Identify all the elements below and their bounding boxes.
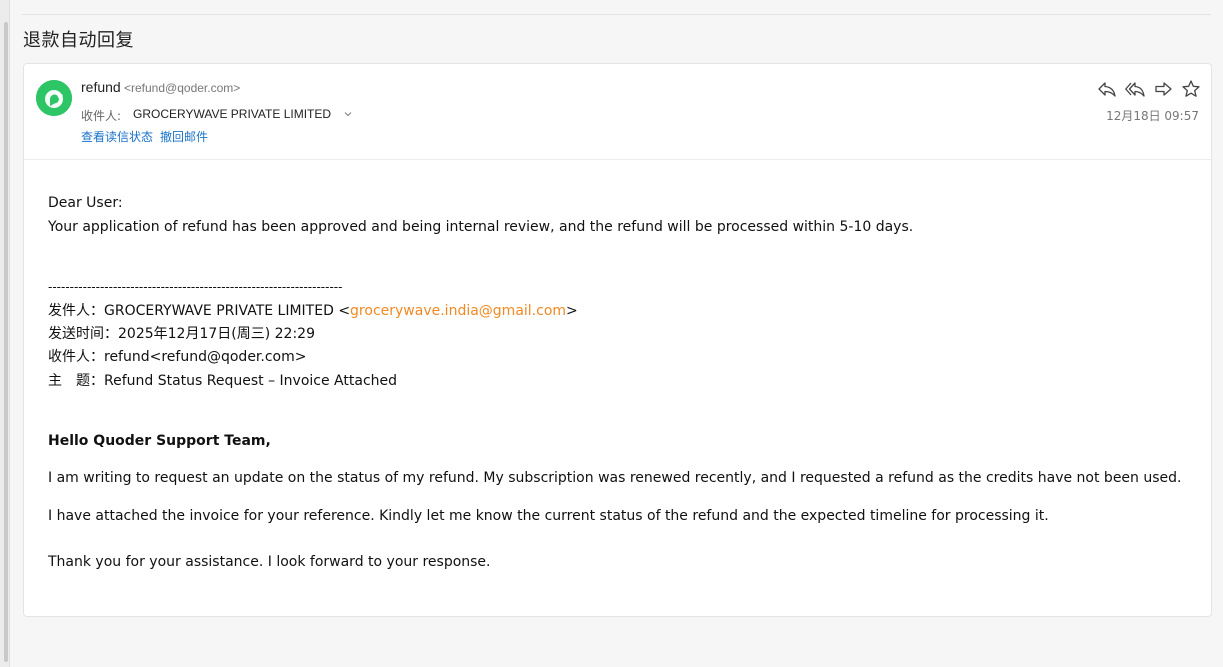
- chevron-down-icon[interactable]: [342, 108, 354, 120]
- quoted-from-email-link[interactable]: grocerywave.india@gmail.com: [350, 303, 566, 319]
- mail-page: 退款自动回复 refund <refund@qoder.com> 收件人: GR…: [0, 0, 1223, 667]
- mail-date: 12月18日 09:57: [1106, 109, 1199, 123]
- quoted-from: 发件人：GROCERYWAVE PRIVATE LIMITED <grocery…: [48, 300, 578, 323]
- original-paragraph-3: Thank you for your assistance. I look fo…: [48, 554, 491, 570]
- quoted-from-suffix: >: [566, 303, 578, 319]
- forward-icon[interactable]: [1153, 79, 1173, 99]
- star-icon[interactable]: [1181, 79, 1201, 99]
- quoted-to: 收件人：refund<refund@qoder.com>: [48, 349, 307, 365]
- reply-all-icon[interactable]: [1125, 79, 1145, 99]
- avatar-logo-icon: [36, 80, 72, 116]
- mail-subject: 退款自动回复: [23, 30, 134, 51]
- quote-separator: ----------------------------------------…: [48, 280, 343, 294]
- quoted-subject: 主 题：Refund Status Request – Invoice Atta…: [48, 373, 398, 389]
- reply-icon[interactable]: [1097, 79, 1117, 99]
- greeting-text: Dear User:: [48, 195, 123, 211]
- recipient-name[interactable]: GROCERYWAVE PRIVATE LIMITED: [133, 107, 331, 121]
- mail-header: refund <refund@qoder.com> 收件人: GROCERYWA…: [24, 64, 1211, 160]
- original-paragraph-2: I have attached the invoice for your ref…: [48, 508, 1049, 524]
- recipient-label: 收件人:: [81, 109, 122, 123]
- sender-address: <refund@qoder.com>: [124, 81, 241, 95]
- mail-card: refund <refund@qoder.com> 收件人: GROCERYWA…: [23, 63, 1212, 617]
- recall-mail-link[interactable]: 撤回邮件: [160, 128, 208, 145]
- read-status-link[interactable]: 查看读信状态: [81, 128, 153, 145]
- mail-actions: [1097, 79, 1201, 99]
- quoted-from-label: 发件人：GROCERYWAVE PRIVATE LIMITED <: [48, 303, 351, 319]
- sender-name[interactable]: refund: [81, 79, 121, 95]
- quoted-sent-time: 发送时间：2025年12月17日(周三) 22:29: [48, 326, 315, 342]
- left-scrollbar[interactable]: [4, 22, 8, 662]
- sender-avatar[interactable]: [36, 80, 72, 116]
- original-paragraph-1: I am writing to request an update on the…: [48, 470, 1182, 486]
- message-text: Your application of refund has been appr…: [48, 219, 914, 235]
- original-greeting: Hello Quoder Support Team,: [48, 433, 271, 449]
- divider: [22, 14, 1211, 15]
